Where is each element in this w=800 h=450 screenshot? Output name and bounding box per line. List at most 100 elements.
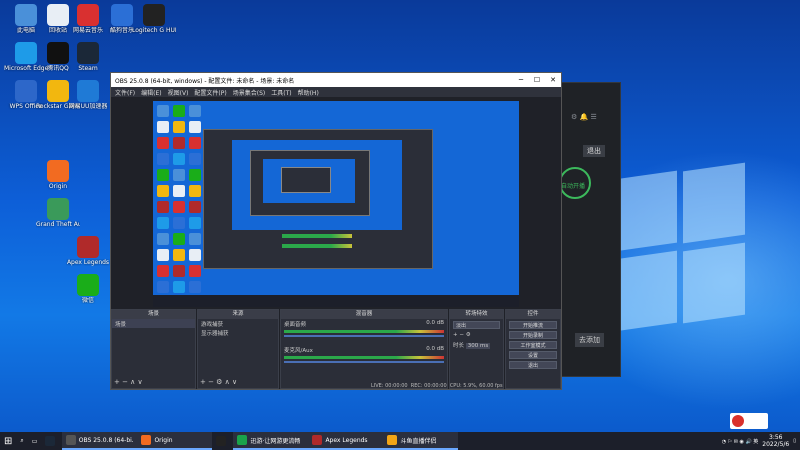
preview-desktop-icon [157,169,169,181]
desktop-icon[interactable]: Logitech G HUB [132,2,176,46]
volume-slider[interactable] [284,361,444,363]
nested-meter [282,234,352,238]
desktop-icon-label: 微信 [81,297,94,304]
notification-toast[interactable] [730,413,768,429]
preview-desktop-icon [157,137,169,149]
app-icon [111,4,133,26]
taskbar-task[interactable]: 迅游·让网游更流畅 [233,432,309,450]
sources-dock: 来源 游戏捕获 显示器捕获 + − ⚙ ∧ ∨ [197,309,279,389]
clock[interactable]: 3:56 2022/5/6 [762,434,789,448]
app-icon [77,42,99,64]
app-icon [77,236,99,258]
preview-desktop-icon [157,265,169,277]
track-name: 麦克风/Aux [284,348,313,354]
add-button[interactable]: 去添加 [575,333,604,347]
start-button[interactable]: ⊞ [0,432,16,450]
preview-desktop-icon [173,185,185,197]
taskbar-task[interactable]: Origin [137,432,213,450]
steam-icon [45,436,56,446]
cpu-fps: CPU: 5.9%, 60.00 fps [449,383,503,389]
scene-add-icon[interactable]: + − ∧ ∨ [114,378,143,386]
minimize-button[interactable]: ─ [513,76,529,84]
menu-scene-collection[interactable]: 场景集合(S) [233,88,266,97]
settings-button[interactable]: 设置 [509,351,557,359]
taskbar-task[interactable]: OBS 25.0.8 (64-bi... [62,432,138,450]
preview-desktop-icon [189,153,201,165]
start-recording-button[interactable]: 开始录制 [509,331,557,339]
clock-time: 3:56 [769,434,783,441]
scenes-dock: 场景 场景 + − ∧ ∨ [111,309,196,389]
app-icon [77,274,99,296]
taskbar: ⊞ ⌕ ▭ OBS 25.0.8 (64-bi... Origin 迅游·让网游更流… [0,432,800,450]
studio-mode-button[interactable]: 工作室模式 [509,341,557,349]
menu-help[interactable]: 帮助(H) [298,88,319,97]
menu-tools[interactable]: 工具(T) [271,88,291,97]
transition-add-icon[interactable]: + − ⚙ [450,331,503,340]
maximize-button[interactable]: ☐ [529,76,545,84]
desktop-icon-label: Origin [48,183,68,190]
source-item[interactable]: 显示器捕获 [198,328,278,337]
auto-live-label: 自动开播 [561,183,586,190]
task-icon [387,435,398,445]
preview-canvas[interactable] [153,101,519,307]
preview-desktop-icon [173,233,185,245]
menu-view[interactable]: 视图(V) [168,88,189,97]
track-name: 桌面音频 [284,322,307,328]
preview-desktop-icon [157,201,169,213]
desktop-icon[interactable]: 网易UU加速器 [66,78,110,122]
preview-desktop-icon [157,121,169,133]
menu-profile[interactable]: 配置文件(P) [194,88,226,97]
preview-desktop-icon [173,153,185,165]
duration-input[interactable]: 300 ms [465,343,491,349]
task-icon [66,435,76,445]
start-streaming-button[interactable]: 开始推流 [509,321,557,329]
transitions-header: 转场特效 [450,310,503,319]
app-icon [143,4,165,26]
preview-desktop-icon [189,121,201,133]
preview-desktop-icon [189,217,201,229]
rec-timer: REC: 00:00:00 [410,383,447,389]
taskbar-task[interactable] [212,432,233,450]
desktop-icon[interactable]: Grand Theft Auto V [36,196,80,240]
notification-center-icon[interactable]: ▯ [793,438,796,444]
close-button[interactable]: ✕ [545,76,561,84]
preview-desktop-icon [157,249,169,261]
preview-desktop-icon [157,281,169,293]
task-icon [312,435,323,445]
notification-icon [732,415,744,427]
obs-window[interactable]: OBS 25.0.8 (64-bit, windows) - 配置文件: 未命名… [110,72,562,390]
task-label: Apex Legends [325,436,368,444]
preview-desktop-icon [189,249,201,261]
source-add-icon[interactable]: + − ⚙ ∧ ∨ [200,378,237,386]
transition-select[interactable]: 淡出 [453,321,500,329]
window-title: OBS 25.0.8 (64-bit, windows) - 配置文件: 未命名… [115,77,295,85]
task-view-icon[interactable]: ▭ [28,432,42,450]
preview-desktop-icon [173,201,185,213]
search-icon[interactable]: ⌕ [16,432,27,450]
scene-item[interactable]: 场景 [112,319,195,328]
exit-button[interactable]: 退出 [509,361,557,369]
taskbar-task[interactable]: 斗鱼直播伴侣 [383,432,459,450]
desktop-icon-label: Grand Theft Auto V [36,221,80,228]
desktop-icon-label: Logitech G HUB [132,27,176,34]
steam-pinned-icon[interactable] [41,432,62,450]
taskbar-tasks: OBS 25.0.8 (64-bi... Origin 迅游·让网游更流畅 Apex … [62,432,459,450]
track-db: 0.0 dB [426,346,444,352]
live-timer: LIVE: 00:00:00 [371,383,408,389]
nested-obs-1 [203,129,433,269]
taskbar-task[interactable]: Apex Legends [308,432,384,450]
app-icon [15,80,37,102]
volume-slider[interactable] [284,335,444,337]
menu-file[interactable]: 文件(F) [115,88,135,97]
tray-icons[interactable]: ◔ ⚐ ✉ ◉ 🔊 英 [722,438,759,445]
desktop-icon[interactable]: 微信 [66,272,110,316]
exit-button[interactable]: 退出 [583,145,605,157]
controls-dock: 控件 开始推流 开始录制 工作室模式 设置 退出 [505,309,561,389]
preview-desktop-icon [189,201,201,213]
settings-icon[interactable]: ⚙ 🔔 ☰ [571,113,597,121]
app-icon [47,198,69,220]
preview-desktop-icon [157,105,169,117]
menu-edit[interactable]: 编辑(E) [141,88,161,97]
obs-titlebar[interactable]: OBS 25.0.8 (64-bit, windows) - 配置文件: 未命名… [111,73,561,87]
source-item[interactable]: 游戏捕获 [198,319,278,328]
